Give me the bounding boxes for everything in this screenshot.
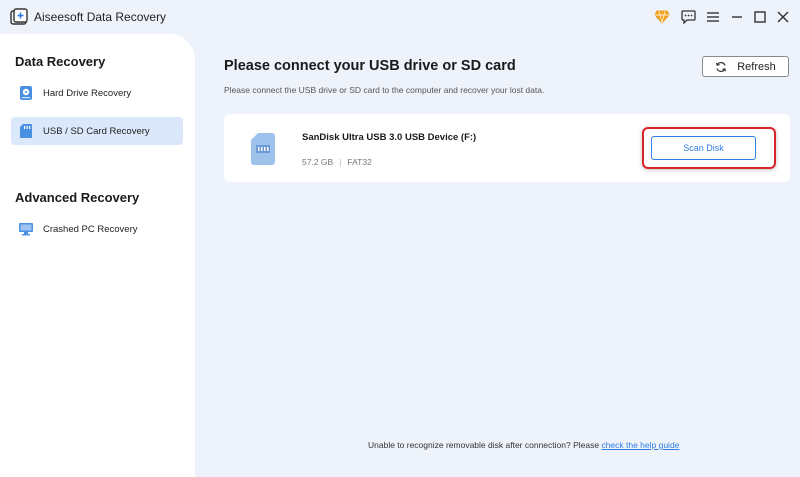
section-title-data-recovery: Data Recovery — [15, 54, 106, 69]
footer-text: Unable to recognize removable disk after… — [368, 440, 602, 450]
title-bar: Aiseesoft Data Recovery — [0, 0, 800, 34]
meta-separator: | — [339, 157, 342, 167]
hard-drive-icon — [18, 85, 34, 101]
footer-help: Unable to recognize removable disk after… — [368, 440, 679, 450]
app-title: Aiseesoft Data Recovery — [34, 10, 167, 24]
device-meta: 57.2 GB | FAT32 — [302, 157, 372, 167]
close-icon[interactable] — [774, 8, 792, 26]
app-logo-icon — [10, 8, 28, 26]
refresh-button-label: Refresh — [737, 60, 776, 73]
maximize-icon[interactable] — [751, 8, 769, 26]
sd-card-icon — [18, 123, 34, 139]
diamond-icon[interactable] — [653, 8, 671, 26]
sidebar: Data Recovery Hard Drive Recovery USB / … — [0, 34, 195, 477]
feedback-icon[interactable] — [679, 8, 697, 26]
sd-card-device-icon — [250, 132, 276, 166]
sidebar-item-label: Crashed PC Recovery — [43, 223, 138, 235]
refresh-icon — [716, 61, 727, 72]
menu-icon[interactable] — [704, 8, 722, 26]
help-guide-link[interactable]: check the help guide — [601, 440, 679, 450]
page-subtitle: Please connect the USB drive or SD card … — [224, 85, 545, 95]
scan-disk-button[interactable]: Scan Disk — [651, 136, 756, 160]
sidebar-item-hard-drive-recovery[interactable]: Hard Drive Recovery — [11, 79, 183, 107]
refresh-button[interactable]: Refresh — [702, 56, 789, 77]
device-name: SanDisk Ultra USB 3.0 USB Device (F:) — [302, 132, 477, 143]
pc-icon — [18, 221, 34, 237]
device-size: 57.2 GB — [302, 157, 334, 167]
section-title-advanced-recovery: Advanced Recovery — [15, 190, 140, 205]
page-title: Please connect your USB drive or SD card — [224, 58, 516, 74]
sidebar-item-label: Hard Drive Recovery — [43, 87, 132, 99]
device-filesystem: FAT32 — [347, 157, 372, 167]
sidebar-item-label: USB / SD Card Recovery — [43, 125, 150, 137]
sidebar-item-usb-sd-card-recovery[interactable]: USB / SD Card Recovery — [11, 117, 183, 145]
sidebar-item-crashed-pc-recovery[interactable]: Crashed PC Recovery — [11, 215, 183, 243]
minimize-icon[interactable] — [728, 8, 746, 26]
